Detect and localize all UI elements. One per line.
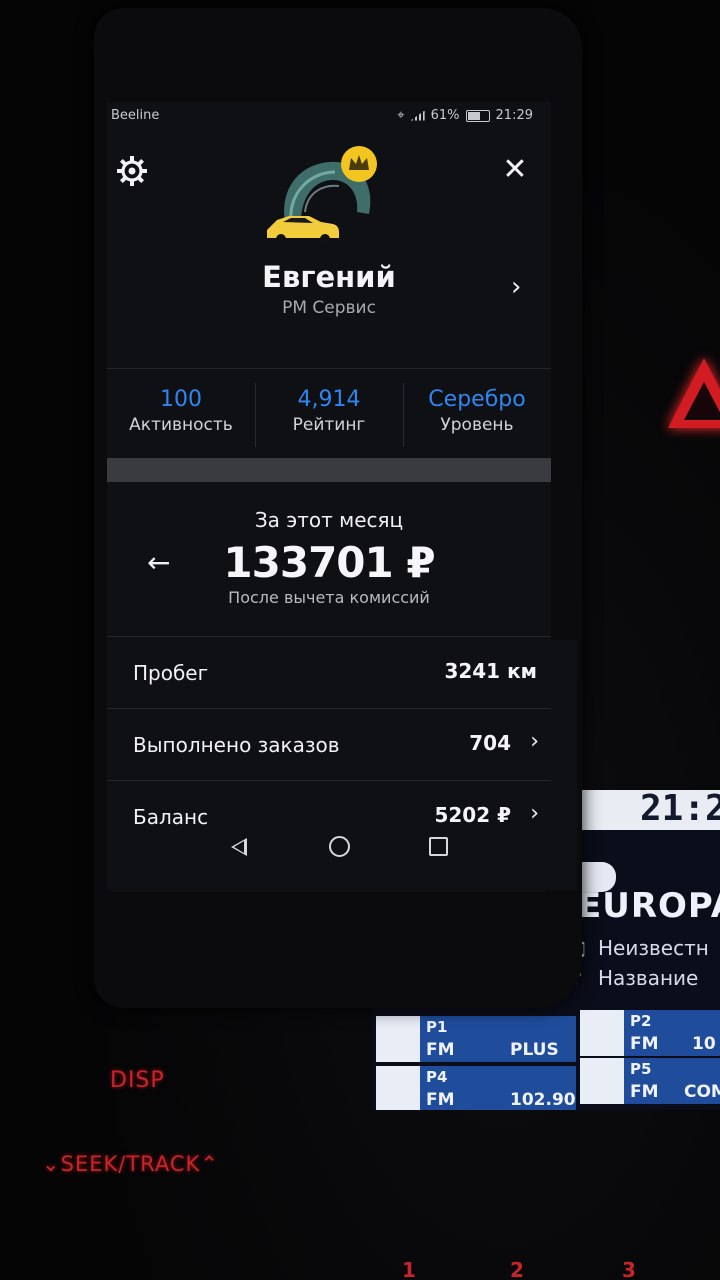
car-icon (267, 216, 339, 244)
stat-level-label: Уровень (440, 415, 514, 435)
stat-activity-label: Активность (129, 415, 233, 435)
stats-bar: 100 Активность 4,914 Рейтинг Серебро Уро… (107, 368, 551, 453)
status-indicators: ⌖ 61% 21:29 (397, 108, 533, 123)
preset-band: FM (426, 1040, 455, 1060)
preset-number: P4 (426, 1068, 448, 1086)
profile-avatar[interactable] (257, 142, 397, 252)
profile-name: Евгений (262, 260, 396, 294)
radio-clock: 21:2 (640, 788, 720, 829)
console-seek-text: SEEK/TRACK (60, 1152, 201, 1176)
location-icon: ⌖ (397, 108, 405, 123)
preset-value: 10 (692, 1034, 716, 1054)
signal-icon (410, 110, 425, 121)
preset-value: PLUS (510, 1040, 559, 1060)
row-orders-value: 704 (469, 731, 511, 755)
stat-level-value: Серебро (428, 387, 526, 412)
console-key-2: 2 (510, 1258, 524, 1280)
row-orders-label: Выполнено заказов (133, 733, 340, 757)
preset-band: FM (426, 1090, 455, 1110)
preset-value: COM (684, 1082, 720, 1102)
nav-home-button[interactable] (329, 836, 350, 857)
seek-down-icon: ⌄ (42, 1152, 61, 1176)
nav-recents-button[interactable] (429, 837, 448, 856)
gear-icon (117, 156, 147, 186)
preset-number: P2 (630, 1012, 652, 1030)
radio-title-text: Название (598, 966, 699, 990)
stat-rating[interactable]: 4,914 Рейтинг (255, 387, 403, 437)
clock: 21:29 (495, 108, 533, 123)
stat-level[interactable]: Серебро Уровень (403, 387, 551, 437)
nav-back-icon (234, 841, 244, 853)
seek-up-icon: ⌃ (200, 1152, 219, 1176)
avatar-image (267, 146, 377, 244)
crown-badge (341, 146, 377, 182)
hazard-inner-icon (684, 382, 720, 420)
radio-station-name: EUROPA (578, 886, 720, 926)
profile-open-button[interactable]: › (511, 272, 521, 302)
preset-band: FM (630, 1034, 659, 1054)
console-key-1: 1 (402, 1258, 416, 1280)
photo-scene: DISP ⌄SEEK/TRACK⌃ 21:2 EUROPA ♫ Неизвест… (0, 0, 720, 1280)
close-icon: ✕ (502, 152, 528, 187)
radio-preset-p5: P5 FM COM (580, 1058, 720, 1104)
stat-activity[interactable]: 100 Активность (107, 387, 255, 437)
chevron-right-icon: › (530, 729, 539, 754)
row-orders[interactable]: Выполнено заказов 704 › (107, 708, 551, 779)
stat-rating-value: 4,914 (297, 387, 361, 412)
stat-rating-label: Рейтинг (292, 415, 366, 435)
carrier-name: Beeline (111, 108, 160, 123)
console-key-3: 3 (622, 1258, 636, 1280)
preset-band: FM (630, 1082, 659, 1102)
earnings-amount: 133701 ₽ (223, 538, 435, 587)
earnings-period: За этот месяц (254, 508, 404, 532)
battery-icon (465, 109, 490, 122)
preset-value: 102.90 (510, 1090, 576, 1110)
radio-artist-text: Неизвестн (598, 936, 709, 960)
phone-screen: Beeline ⌖ 61% 21:29 ✕ Евгений РМ Сервис … (107, 102, 551, 892)
console-seek-label: ⌄SEEK/TRACK⌃ (42, 1152, 219, 1176)
console-disp-label: DISP (110, 1068, 165, 1093)
battery-percent: 61% (430, 108, 460, 123)
preset-number: P5 (630, 1060, 652, 1078)
section-divider (107, 458, 551, 482)
radio-preset-p1: P1 FM PLUS (376, 1016, 576, 1062)
close-button[interactable]: ✕ (499, 154, 531, 186)
row-mileage: Пробег 3241 км (107, 636, 551, 707)
chevron-right-icon: › (511, 272, 522, 302)
radio-preset-p4: P4 FM 102.90 (376, 1066, 576, 1110)
row-mileage-label: Пробег (133, 661, 209, 685)
earnings-note: После вычета комиссий (228, 588, 430, 607)
row-mileage-value: 3241 км (444, 659, 537, 683)
stat-activity-value: 100 (160, 387, 202, 412)
status-bar: Beeline ⌖ 61% 21:29 (107, 102, 551, 132)
profile-company: РМ Сервис (282, 298, 376, 318)
settings-button[interactable] (113, 152, 151, 190)
radio-preset-p2: P2 FM 10 (580, 1010, 720, 1056)
system-nav-bar (107, 820, 551, 880)
preset-number: P1 (426, 1018, 448, 1036)
